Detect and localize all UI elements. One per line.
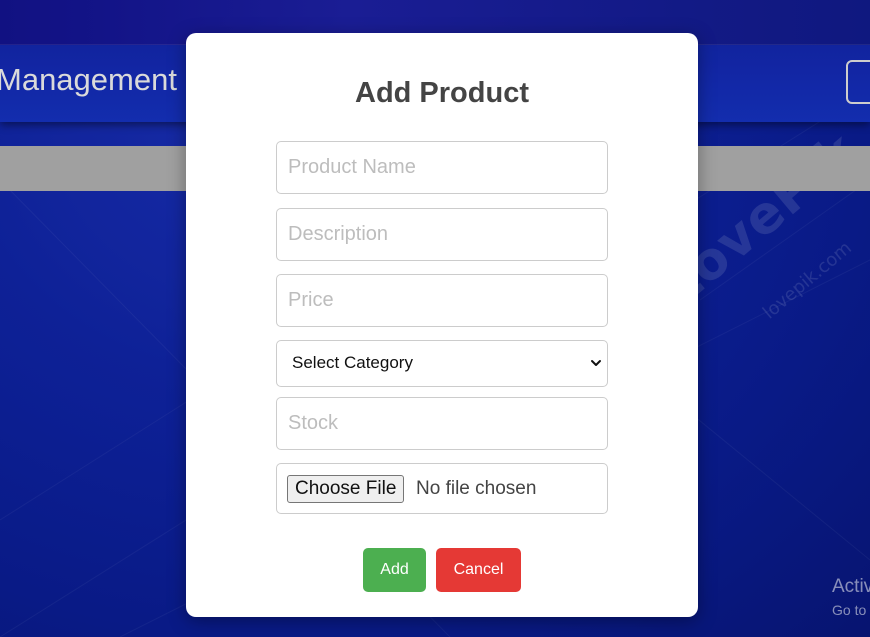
modal-title: Add Product <box>355 77 529 109</box>
cancel-button[interactable]: Cancel <box>436 548 521 592</box>
category-select[interactable]: Select Category <box>276 340 608 387</box>
add-button[interactable]: Add <box>363 548 426 592</box>
image-file-input: Choose File No file chosen <box>276 463 608 514</box>
price-input[interactable] <box>276 274 608 327</box>
choose-file-button[interactable]: Choose File <box>287 475 405 503</box>
add-product-modal: Add Product Select Category Choose File … <box>186 33 698 617</box>
stock-input[interactable] <box>276 397 608 450</box>
description-input[interactable] <box>276 208 608 261</box>
file-status-text: No file chosen <box>416 478 537 499</box>
category-select-value: Select Category <box>292 353 413 372</box>
product-name-input[interactable] <box>276 141 608 194</box>
chevron-down-icon <box>591 360 601 366</box>
page: LovePik lovepik.com Management Activ Go … <box>0 0 870 637</box>
